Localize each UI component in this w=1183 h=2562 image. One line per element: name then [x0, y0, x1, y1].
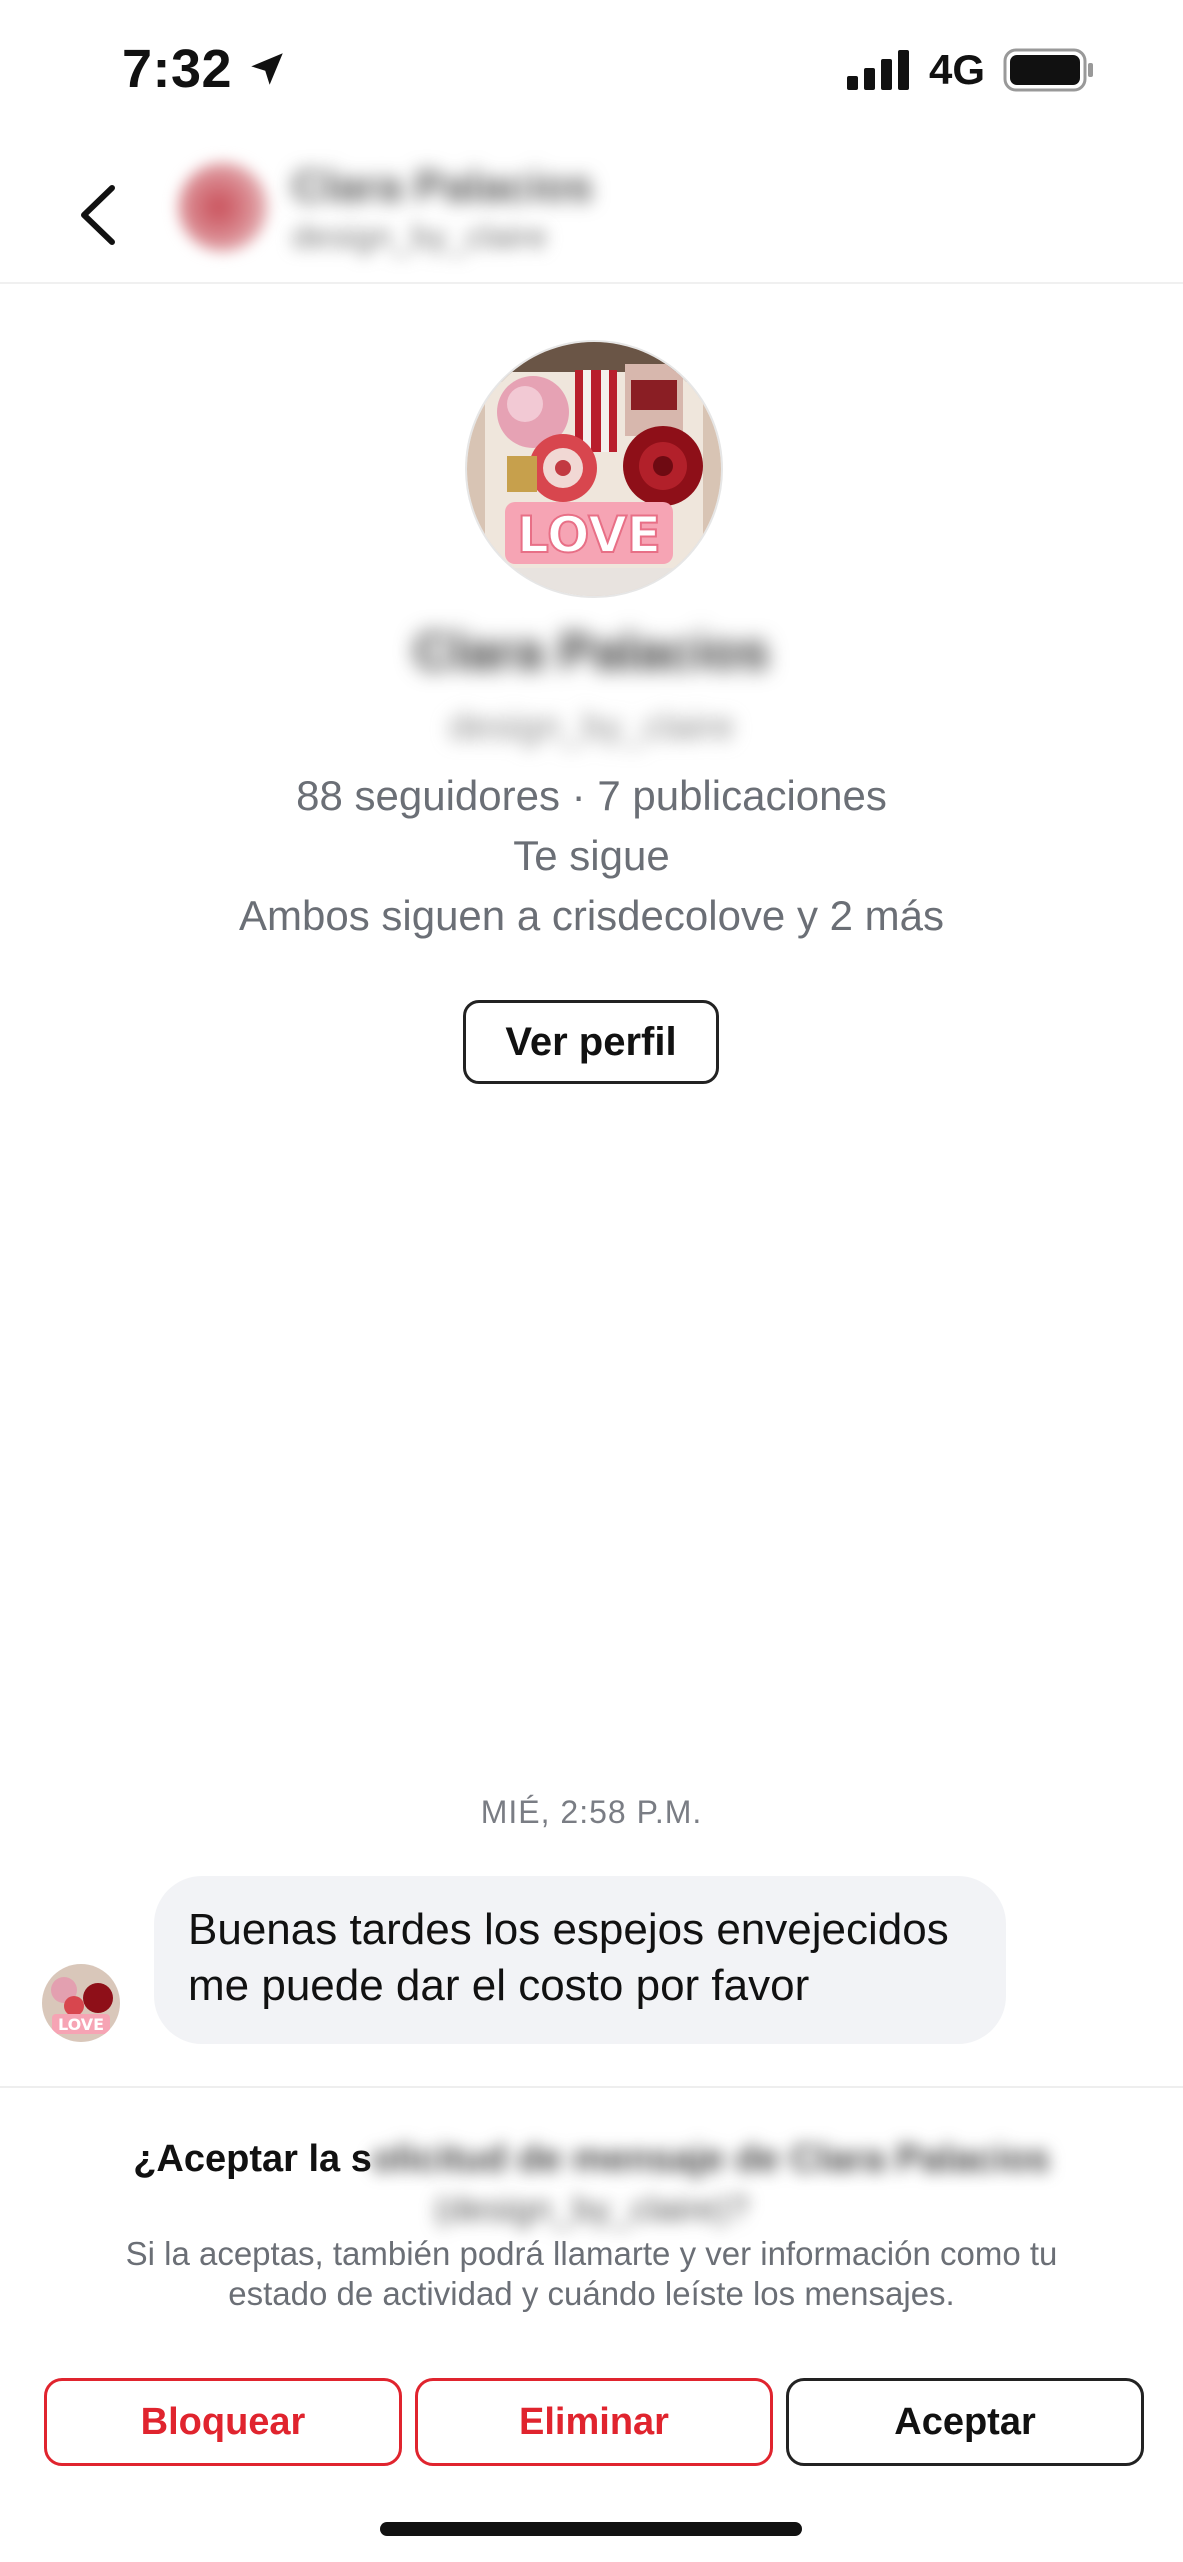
- block-button[interactable]: Bloquear: [44, 2378, 402, 2466]
- follows-you-label: Te sigue: [513, 832, 670, 879]
- request-title-blurred: olicitud de mensaje de Clara Palacios: [371, 2138, 1050, 2180]
- back-button[interactable]: [70, 180, 130, 250]
- request-description: Si la aceptas, también podrá llamarte y …: [125, 2235, 1058, 2312]
- message-line-1: Buenas tardes los espejos envejecidos: [188, 1905, 949, 1954]
- message-timestamp: MIÉ, 2:58 P.M.: [480, 1794, 703, 1830]
- status-bar-time: 7:32: [122, 38, 288, 100]
- request-title-handle: (design_by_claire)?: [434, 2188, 749, 2229]
- gift-box-photo: LOVE: [467, 342, 721, 596]
- delete-button[interactable]: Eliminar: [415, 2378, 773, 2466]
- home-indicator[interactable]: [380, 2522, 802, 2536]
- message-line-2: me puede dar el costo por favor: [188, 1961, 810, 2010]
- message-bubble[interactable]: Buenas tardes los espejos envejecidos me…: [154, 1876, 1006, 2044]
- header-avatar[interactable]: [178, 162, 268, 252]
- profile-stats: 88 seguidores · 7 publicaciones: [296, 772, 887, 819]
- header-handle: design_by_claire: [292, 218, 548, 256]
- conversation-header: Clara Palacios design_by_claire: [0, 140, 1183, 284]
- clock-text: 7:32: [122, 39, 233, 99]
- profile-name: Clara Palacios: [413, 623, 770, 681]
- sender-avatar[interactable]: LOVE: [42, 1964, 120, 2042]
- chevron-left-icon: [81, 185, 115, 245]
- accept-button[interactable]: Aceptar: [786, 2378, 1144, 2466]
- header-username[interactable]: Clara Palacios: [292, 162, 593, 212]
- view-profile-button[interactable]: Ver perfil: [463, 1000, 719, 1084]
- message-request-panel: ¿Aceptar la solicitud de mensaje de Clar…: [0, 2086, 1183, 2562]
- profile-photo[interactable]: LOVE: [465, 340, 723, 598]
- signal-bars-icon: [846, 50, 909, 90]
- request-title-prefix: ¿Aceptar la s: [133, 2138, 372, 2180]
- love-text: LOVE: [517, 506, 661, 564]
- request-title: ¿Aceptar la solicitud de mensaje de Clar…: [0, 2138, 1183, 2181]
- location-arrow-icon: [251, 53, 283, 85]
- network-type: 4G: [928, 46, 985, 93]
- profile-handle: design_by_claire: [448, 706, 735, 748]
- status-bar-indicators: 4G: [846, 46, 1095, 94]
- mutual-followers: Ambos siguen a crisdecolove y 2 más: [239, 892, 944, 939]
- sender-avatar-love-text: LOVE: [58, 2015, 104, 2034]
- sender-avatar-photo: LOVE: [42, 1964, 120, 2042]
- battery-icon: [1003, 48, 1093, 92]
